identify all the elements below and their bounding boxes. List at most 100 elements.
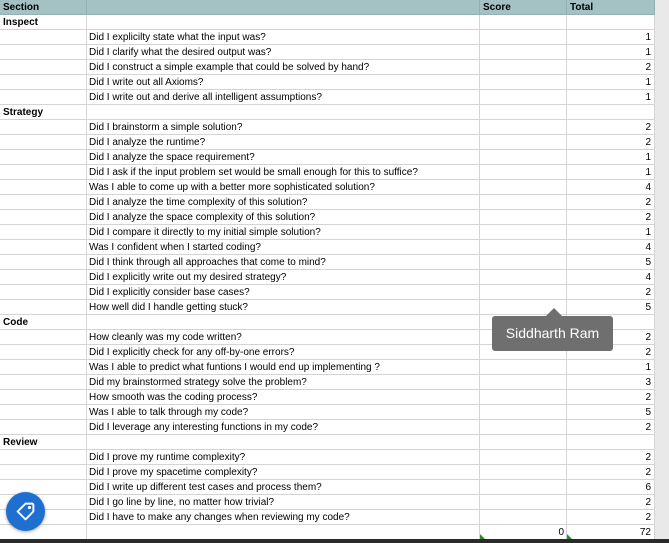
question-cell[interactable]: Did I explicitly write out my desired st… [87,270,480,284]
score-cell[interactable] [480,105,567,119]
question-cell[interactable]: Did I explicilty state what the input wa… [87,30,480,44]
question-cell[interactable]: Did I explicitly consider base cases? [87,285,480,299]
total-cell[interactable] [567,435,655,449]
score-cell[interactable] [480,480,567,494]
score-cell[interactable] [480,465,567,479]
question-cell[interactable]: Was I able to talk through my code? [87,405,480,419]
section-cell[interactable] [0,135,87,149]
question-cell[interactable]: Did I write out all Axioms? [87,75,480,89]
score-cell[interactable] [480,180,567,194]
section-cell[interactable] [0,195,87,209]
score-cell[interactable] [480,360,567,374]
question-cell[interactable] [87,525,480,539]
header-score[interactable]: Score [480,0,567,14]
total-cell[interactable]: 5 [567,405,655,419]
score-cell[interactable] [480,285,567,299]
question-cell[interactable]: Did I think through all approaches that … [87,255,480,269]
score-cell[interactable] [480,75,567,89]
total-cell[interactable]: 2 [567,510,655,524]
score-cell[interactable] [480,450,567,464]
question-cell[interactable]: How cleanly was my code written? [87,330,480,344]
total-cell[interactable]: 2 [567,210,655,224]
section-cell[interactable] [0,30,87,44]
total-cell[interactable]: 5 [567,300,655,314]
question-cell[interactable] [87,105,480,119]
question-cell[interactable]: Was I able to come up with a better more… [87,180,480,194]
section-cell[interactable]: Inspect [0,15,87,29]
total-cell[interactable] [567,105,655,119]
total-cell[interactable]: 1 [567,360,655,374]
total-cell[interactable]: 1 [567,30,655,44]
score-cell[interactable] [480,510,567,524]
section-cell[interactable] [0,210,87,224]
total-cell[interactable]: 2 [567,465,655,479]
header-question[interactable] [87,0,480,14]
total-cell[interactable]: 1 [567,75,655,89]
section-cell[interactable] [0,285,87,299]
score-cell[interactable] [480,405,567,419]
score-cell[interactable] [480,390,567,404]
scrollbar-track[interactable] [655,0,669,543]
total-cell[interactable]: 2 [567,60,655,74]
section-cell[interactable] [0,165,87,179]
score-cell[interactable] [480,495,567,509]
total-cell[interactable]: 2 [567,285,655,299]
explore-button[interactable] [6,492,45,531]
total-cell[interactable]: 2 [567,495,655,509]
total-cell[interactable]: 6 [567,480,655,494]
section-cell[interactable] [0,90,87,104]
section-cell[interactable]: Review [0,435,87,449]
question-cell[interactable]: Did I write out and derive all intellige… [87,90,480,104]
question-cell[interactable]: Did I brainstorm a simple solution? [87,120,480,134]
section-cell[interactable] [0,60,87,74]
score-cell[interactable] [480,375,567,389]
total-cell[interactable]: 5 [567,255,655,269]
section-cell[interactable] [0,360,87,374]
total-cell[interactable]: 2 [567,390,655,404]
question-cell[interactable]: Did I construct a simple example that co… [87,60,480,74]
question-cell[interactable]: How well did I handle getting stuck? [87,300,480,314]
question-cell[interactable]: Did I write up different test cases and … [87,480,480,494]
score-cell[interactable] [480,210,567,224]
score-cell[interactable] [480,45,567,59]
question-cell[interactable]: Did I prove my spacetime complexity? [87,465,480,479]
header-section[interactable]: Section [0,0,87,14]
section-cell[interactable] [0,450,87,464]
score-cell[interactable] [480,15,567,29]
section-cell[interactable] [0,75,87,89]
section-cell[interactable] [0,375,87,389]
score-cell[interactable] [480,225,567,239]
total-cell[interactable]: 2 [567,195,655,209]
total-cell[interactable]: 2 [567,450,655,464]
score-cell[interactable] [480,195,567,209]
total-cell[interactable]: 1 [567,45,655,59]
score-cell[interactable] [480,435,567,449]
question-cell[interactable]: Did I go line by line, no matter how tri… [87,495,480,509]
total-cell[interactable]: 1 [567,165,655,179]
question-cell[interactable]: Did I compare it directly to my initial … [87,225,480,239]
question-cell[interactable]: Did I leverage any interesting functions… [87,420,480,434]
question-cell[interactable] [87,15,480,29]
question-cell[interactable]: Did I have to make any changes when revi… [87,510,480,524]
question-cell[interactable]: Did my brainstormed strategy solve the p… [87,375,480,389]
total-cell[interactable]: 4 [567,270,655,284]
score-cell[interactable] [480,90,567,104]
question-cell[interactable]: Did I analyze the space complexity of th… [87,210,480,224]
section-cell[interactable] [0,405,87,419]
total-cell[interactable]: 4 [567,180,655,194]
question-cell[interactable]: Did I explicitly check for any off-by-on… [87,345,480,359]
question-cell[interactable]: How smooth was the coding process? [87,390,480,404]
header-total[interactable]: Total [567,0,655,14]
question-cell[interactable]: Did I analyze the runtime? [87,135,480,149]
section-cell[interactable] [0,465,87,479]
section-cell[interactable] [0,345,87,359]
section-cell[interactable] [0,420,87,434]
question-cell[interactable]: Did I clarify what the desired output wa… [87,45,480,59]
question-cell[interactable]: Was I confident when I started coding? [87,240,480,254]
total-cell[interactable]: 2 [567,120,655,134]
section-cell[interactable] [0,255,87,269]
section-cell[interactable] [0,120,87,134]
score-cell[interactable] [480,60,567,74]
score-cell[interactable] [480,240,567,254]
score-cell[interactable] [480,270,567,284]
